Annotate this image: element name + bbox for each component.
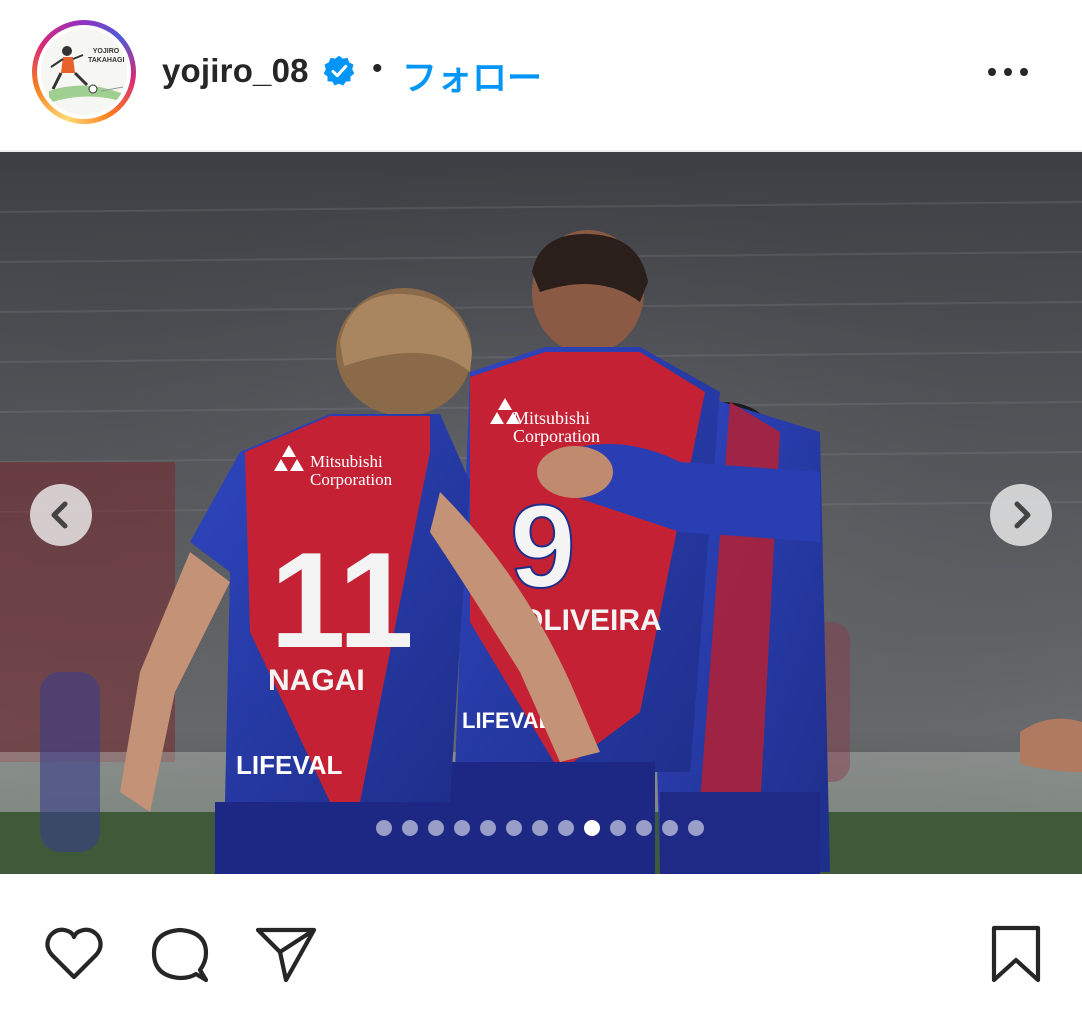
- carousel-dot: [688, 820, 704, 836]
- avatar-caption: YOJIRO TAKAHAGI: [88, 48, 125, 64]
- sponsor-text-eleven: Mitsubishi: [310, 452, 383, 471]
- verified-badge-icon: [323, 55, 355, 86]
- more-options-icon[interactable]: [984, 52, 1032, 92]
- post-header: YOJIRO TAKAHAGI yojiro_08 • フォロー: [0, 0, 1082, 150]
- heart-icon[interactable]: [42, 922, 106, 986]
- username[interactable]: yojiro_08: [162, 52, 309, 90]
- follow-button[interactable]: フォロー: [402, 50, 542, 101]
- bookmark-icon[interactable]: [984, 922, 1048, 986]
- svg-text:Corporation: Corporation: [310, 470, 393, 489]
- carousel-dot-active: [584, 820, 600, 836]
- carousel-dot: [402, 820, 418, 836]
- carousel-next-button[interactable]: [990, 484, 1052, 546]
- sponsor-text-nine: Mitsubishi: [513, 408, 590, 428]
- separator-dot: •: [372, 52, 383, 85]
- chevron-left-icon: [51, 501, 68, 529]
- paper-plane-icon[interactable]: [254, 922, 318, 986]
- carousel-dot: [636, 820, 652, 836]
- avatar-image: YOJIRO TAKAHAGI: [41, 29, 127, 115]
- svg-text:Corporation: Corporation: [513, 426, 600, 446]
- carousel-dot: [610, 820, 626, 836]
- carousel-dot: [532, 820, 548, 836]
- carousel-dot: [480, 820, 496, 836]
- carousel-dot: [376, 820, 392, 836]
- carousel-dot: [506, 820, 522, 836]
- post-actions: [0, 874, 1082, 1019]
- profile-avatar[interactable]: YOJIRO TAKAHAGI: [32, 20, 136, 124]
- carousel-prev-button[interactable]: [30, 484, 92, 546]
- carousel-indicator: [376, 820, 704, 836]
- jersey-name-eleven: NAGAI: [268, 664, 365, 697]
- carousel-dot: [662, 820, 678, 836]
- comment-bubble-icon[interactable]: [148, 922, 212, 986]
- svg-text:LIFEVAL: LIFEVAL: [236, 750, 343, 780]
- carousel-dot: [428, 820, 444, 836]
- jersey-number-eleven: 11: [270, 524, 414, 676]
- carousel-dot: [558, 820, 574, 836]
- carousel-dot: [454, 820, 470, 836]
- chevron-right-icon: [1014, 501, 1031, 529]
- post-photo[interactable]: Mitsubishi Corporation 9 OLIVEIRA LIFEVA…: [0, 152, 1082, 874]
